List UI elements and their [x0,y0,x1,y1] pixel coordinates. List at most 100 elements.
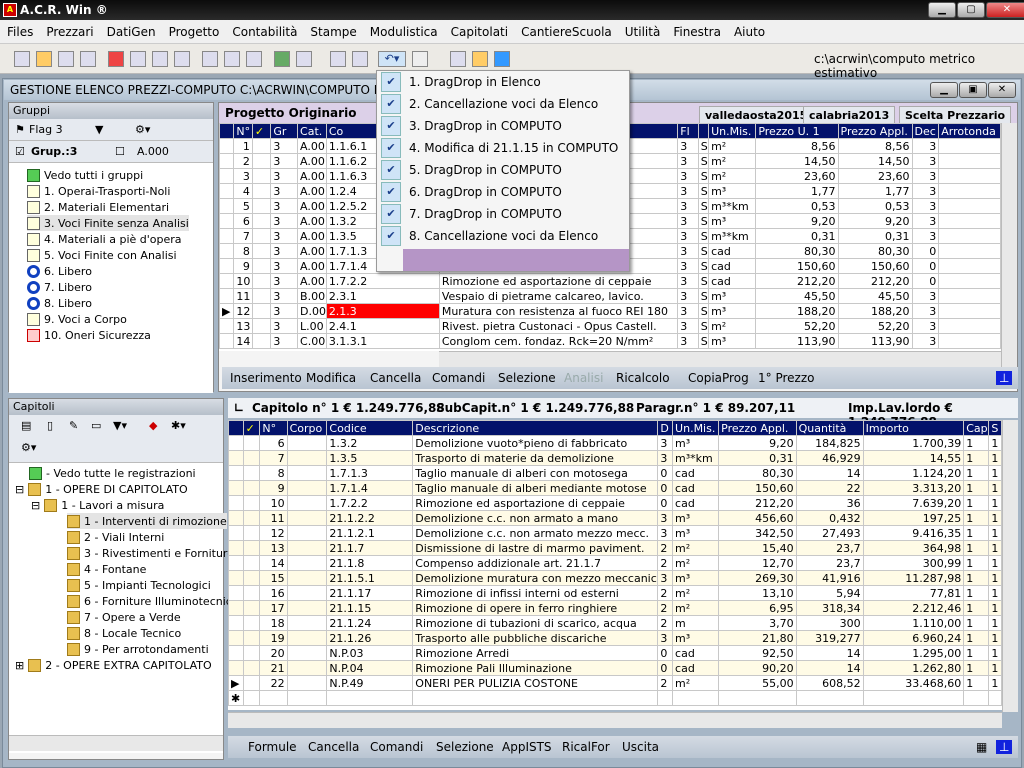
table-cell[interactable]: 36 [795,495,864,511]
table-cell[interactable] [286,585,328,601]
mdi-restore-button[interactable]: ▣ [959,82,987,98]
undo-icon[interactable]: ↶▾ [378,51,406,67]
collapse-icon[interactable]: ⊟ [31,499,40,512]
table-cell[interactable]: 3 [677,153,699,169]
table-cell[interactable]: 14 [795,645,864,661]
tree-item[interactable]: 4. Materiali a piè d'opera [27,231,182,247]
col-codice[interactable]: Codice [326,420,414,436]
col-quantita[interactable]: Quantità [795,420,864,436]
table-cell[interactable] [251,138,272,154]
table-cell[interactable] [242,435,261,451]
table-cell[interactable]: D.00 [297,303,327,319]
table-cell[interactable]: 5,94 [795,585,864,601]
col-descrizione[interactable]: Descrizione [412,420,659,436]
table-cell[interactable]: 55,00 [718,675,797,691]
table-cell[interactable]: cad [708,243,757,259]
table-cell[interactable]: Taglio manuale di alberi con motosega [412,465,659,481]
magic-icon[interactable]: ✱▾ [171,419,186,432]
cancella-button[interactable]: Cancella [308,740,359,754]
tree-item[interactable]: 1 - Interventi di rimozione [67,513,227,529]
table-cell[interactable]: 2.4.1 [325,318,440,334]
table-cell[interactable]: Demolizione c.c. non armato mezzo mecc. [412,525,659,541]
new-file-icon[interactable] [14,51,30,67]
table-cell[interactable]: Rimozione Pali Illuminazione [412,660,659,676]
table-row[interactable]: 11 21.1.2.2 Demolizione c.c. non armato a … [228,510,1002,526]
table-cell[interactable]: 3 [911,168,940,184]
table-cell[interactable]: 3 [677,213,699,229]
undo-item[interactable]: ✔ 6. DragDrop in COMPUTO [379,181,627,203]
table-cell[interactable]: 4 [233,183,253,199]
table-cell[interactable]: 11 [233,288,253,304]
table-cell[interactable]: 0 [911,273,940,289]
table-cell[interactable]: 80,30 [837,243,913,259]
table-cell[interactable] [242,645,261,661]
diamond-icon[interactable]: ◆ [149,419,157,432]
list-icon[interactable]: ▤ [21,419,31,432]
table-cell[interactable]: 1 [963,525,990,541]
table-cell[interactable]: 1 [988,450,1002,466]
delete-icon[interactable] [108,51,124,67]
table-cell[interactable] [795,690,864,706]
table-cell[interactable]: 2 [657,555,674,571]
table-cell[interactable]: 18 [259,615,288,631]
table-cell[interactable]: 21.1.8 [326,555,414,571]
table-cell[interactable]: 3 [657,525,674,541]
table-cell[interactable]: N.P.03 [326,645,414,661]
flag-selector[interactable]: Flag 3 [29,123,63,136]
menu-progetto[interactable]: Progetto [162,20,226,39]
chart-icon[interactable] [224,51,240,67]
calculator-icon[interactable] [130,51,146,67]
folder-icon[interactable]: ▭ [91,419,101,432]
table-cell[interactable]: 1 [963,645,990,661]
maximize-button[interactable]: ▢ [957,2,985,18]
table-cell[interactable] [286,540,328,556]
table-cell[interactable]: m [672,615,720,631]
primo-prezzo-button[interactable]: 1° Prezzo [758,371,814,385]
table-cell[interactable]: 7 [259,450,288,466]
table-cell[interactable] [251,288,272,304]
arrotonda-cell[interactable] [938,228,1001,244]
computo-hscroll[interactable] [228,712,1002,728]
table-cell[interactable]: 3 [677,198,699,214]
settings-icon[interactable]: ⚙▾ [135,123,150,136]
export-icon[interactable]: ▦ [976,740,987,754]
table-cell[interactable]: Rimozione di opere in ferro ringhiere [412,600,659,616]
close-button[interactable]: ✕ [986,2,1024,18]
filter-icon[interactable]: ▼▾ [113,419,127,432]
table-cell[interactable]: 1 [963,540,990,556]
table-cell[interactable]: cad [708,273,757,289]
col-n[interactable]: N° [259,420,288,436]
table-cell[interactable]: m³*km [708,198,757,214]
table-cell[interactable]: 92,50 [718,645,797,661]
table-cell[interactable]: 11.287,98 [862,570,965,586]
col-prezzo-appl[interactable]: Prezzo Appl. [837,123,913,139]
table-cell[interactable]: 12,70 [718,555,797,571]
table-cell[interactable] [286,690,328,706]
table-cell[interactable]: 456,60 [718,510,797,526]
table-cell[interactable]: 41,916 [795,570,864,586]
table-cell[interactable]: 3 [233,168,253,184]
tree-item[interactable]: Vedo tutti i gruppi [27,167,143,183]
table-cell[interactable]: 3 [911,153,940,169]
table-cell[interactable]: 14 [259,555,288,571]
table-cell[interactable] [242,690,261,706]
formule-button[interactable]: Formule [248,740,297,754]
table-cell[interactable]: 1.7.1.3 [326,465,414,481]
table-cell[interactable] [251,243,272,259]
col-gr[interactable]: Gr [270,123,299,139]
table-cell[interactable]: 7.639,20 [862,495,965,511]
group-checkbox[interactable]: ☑ [15,145,25,158]
arrotonda-cell[interactable] [938,198,1001,214]
table-cell[interactable]: 16 [259,585,288,601]
table-cell[interactable]: 3 [677,168,699,184]
menu-contabilita[interactable]: Contabilità [225,20,303,39]
note-icon[interactable] [472,51,488,67]
filter-icon[interactable]: ▼ [95,123,103,136]
table-cell[interactable]: m² [672,585,720,601]
table-row[interactable]: 10 1.7.2.2 Rimozione ed asportazione di ce… [228,495,1002,511]
table-cell[interactable]: 3 [270,153,299,169]
table-cell[interactable]: 1.124,20 [862,465,965,481]
table-cell[interactable]: Muratura con resistenza al fuoco REI 180 [438,303,679,319]
table-cell[interactable]: Rivest. pietra Custonaci - Opus Castell. [438,318,679,334]
table-cell[interactable]: 7 [233,228,253,244]
